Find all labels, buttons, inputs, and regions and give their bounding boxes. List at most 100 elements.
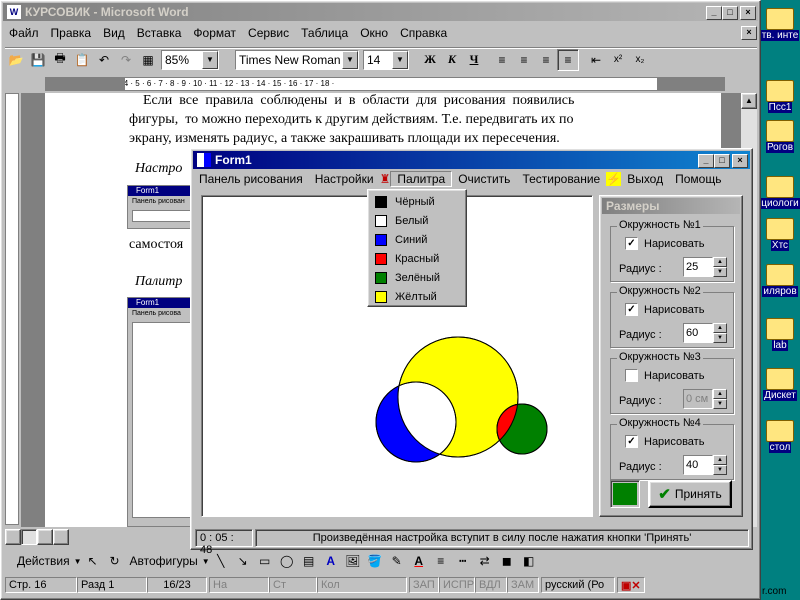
shadow-icon[interactable]: ◼ [496, 550, 518, 572]
align-left-icon[interactable]: ≡ [491, 49, 513, 71]
line-icon[interactable]: ╲ [210, 550, 232, 572]
save-icon[interactable]: 💾 [27, 49, 49, 71]
zoom-select[interactable]: 85% ▼ [161, 49, 219, 70]
menu-testing[interactable]: Тестирование [516, 172, 606, 186]
word-menu-item[interactable]: Окно [354, 26, 394, 40]
spin-down-icon[interactable]: ▼ [713, 333, 727, 343]
radius-spinner[interactable]: 0 см ▲ ▼ [683, 389, 727, 409]
selected-color-swatch[interactable] [610, 480, 640, 508]
rectangle-icon[interactable]: ▭ [254, 550, 276, 572]
palette-item[interactable]: Жёлтый [370, 287, 464, 306]
scroll-up-button[interactable]: ▲ [741, 93, 757, 109]
close-button[interactable]: × [740, 6, 756, 20]
align-center-icon[interactable]: ≡ [513, 49, 535, 71]
maximize-button[interactable]: □ [714, 154, 730, 168]
draw-checkbox-row[interactable]: ✓ Нарисовать [625, 435, 704, 448]
word-menu-item[interactable]: Файл [3, 26, 45, 40]
subscript-icon[interactable]: x₂ [629, 49, 651, 71]
underline-button[interactable]: Ч [463, 49, 485, 71]
open-icon[interactable]: 📂 [5, 49, 27, 71]
menu-help[interactable]: Помощь [669, 172, 727, 186]
spin-down-icon[interactable]: ▼ [713, 399, 727, 409]
status-ovr[interactable]: ЗАМ [507, 577, 539, 593]
arrow-icon[interactable]: ↘ [232, 550, 254, 572]
desktop-icon[interactable]: lab [760, 318, 800, 351]
clipart-icon[interactable]: 🖼 [342, 550, 364, 572]
spin-up-icon[interactable]: ▲ [713, 323, 727, 333]
font-color-icon[interactable]: A [408, 550, 430, 572]
outline-view-button[interactable] [53, 529, 69, 545]
draw-checkbox[interactable]: ✓ [625, 303, 638, 316]
word-menu-item[interactable]: Вид [97, 26, 131, 40]
justify-icon[interactable]: ≡ [557, 48, 579, 71]
desktop-icon[interactable]: Дискет [760, 368, 800, 401]
normal-view-button[interactable] [5, 529, 21, 545]
radius-input[interactable]: 40 [683, 455, 713, 475]
line-style-icon[interactable]: ≡ [430, 550, 452, 572]
maximize-button[interactable]: □ [722, 6, 738, 20]
radius-spinner[interactable]: 40 ▲ ▼ [683, 455, 727, 475]
menu-drawing-panel[interactable]: Панель рисования [193, 172, 309, 186]
redo-icon[interactable]: ↷ [115, 49, 137, 71]
spin-up-icon[interactable]: ▲ [713, 257, 727, 267]
status-track[interactable]: ИСПР [439, 577, 475, 593]
textbox-icon[interactable]: ▤ [298, 550, 320, 572]
arrow-style-icon[interactable]: ⇄ [474, 550, 496, 572]
horizontal-ruler[interactable]: · 2 · 1 · ▲ · 1 · 2 · 3 · 4 · 5 · 6 · 7 … [45, 77, 725, 91]
font-size-select[interactable]: 14 ▼ [363, 49, 409, 70]
table-icon[interactable]: ▦ [137, 49, 159, 71]
rotate-icon[interactable]: ↻ [104, 550, 126, 572]
draw-checkbox[interactable]: ✓ [625, 237, 638, 250]
spin-up-icon[interactable]: ▲ [713, 455, 727, 465]
spin-down-icon[interactable]: ▼ [713, 267, 727, 277]
radius-input[interactable]: 60 [683, 323, 713, 343]
3d-icon[interactable]: ◧ [518, 550, 540, 572]
menu-settings[interactable]: Настройки [309, 172, 380, 186]
spin-down-icon[interactable]: ▼ [713, 465, 727, 475]
apply-button[interactable]: ✔ Принять [648, 480, 732, 508]
font-select[interactable]: Times New Roman ▼ [235, 49, 359, 70]
draw-checkbox-row[interactable]: Нарисовать [625, 369, 704, 382]
desktop-icon[interactable]: Хтс [760, 218, 800, 251]
draw-checkbox[interactable]: ✓ [625, 435, 638, 448]
word-menu-item[interactable]: Формат [187, 26, 242, 40]
radius-spinner[interactable]: 60 ▲ ▼ [683, 323, 727, 343]
desktop-icon[interactable]: иляров [760, 264, 800, 297]
desktop-icon[interactable]: тв. инте [760, 8, 800, 41]
indent-icon[interactable]: ⇤ [585, 49, 607, 71]
line-color-icon[interactable]: ✎ [386, 550, 408, 572]
status-rec[interactable]: ЗАП [409, 577, 439, 593]
align-right-icon[interactable]: ≡ [535, 49, 557, 71]
close-button[interactable]: × [732, 154, 748, 168]
wordart-icon[interactable]: A [320, 550, 342, 572]
print-icon[interactable]: 🖶 [49, 49, 71, 71]
minimize-button[interactable]: _ [698, 154, 714, 168]
spin-up-icon[interactable]: ▲ [713, 389, 727, 399]
desktop-icon[interactable]: стол [760, 420, 800, 453]
fill-color-icon[interactable]: 🪣 [364, 550, 386, 572]
paste-icon[interactable]: 📋 [71, 49, 93, 71]
superscript-icon[interactable]: x² [607, 49, 629, 71]
palette-item[interactable]: Белый [370, 211, 464, 230]
oval-icon[interactable]: ◯ [276, 550, 298, 572]
select-pointer-icon[interactable]: ↖ [82, 550, 104, 572]
desktop-icon[interactable]: циологи [760, 176, 800, 209]
minimize-button[interactable]: _ [706, 6, 722, 20]
autoshapes-menu[interactable]: Автофигуры [126, 554, 202, 568]
palette-item[interactable]: Чёрный [370, 192, 464, 211]
actions-menu[interactable]: Действия [13, 554, 74, 568]
draw-checkbox-row[interactable]: ✓ Нарисовать [625, 237, 704, 250]
palette-item[interactable]: Красный [370, 249, 464, 268]
radius-input[interactable]: 25 [683, 257, 713, 277]
menu-clear[interactable]: Очистить [452, 172, 516, 186]
desktop-icon[interactable]: Рогов [760, 120, 800, 153]
desktop-icon[interactable]: Псс1 [760, 80, 800, 113]
word-menu-item[interactable]: Правка [45, 26, 98, 40]
status-ext[interactable]: ВДЛ [475, 577, 507, 593]
web-view-button[interactable] [21, 529, 37, 545]
draw-checkbox[interactable] [625, 369, 638, 382]
bold-button[interactable]: Ж [419, 49, 441, 71]
word-menu-item[interactable]: Сервис [242, 26, 295, 40]
menu-palette[interactable]: Палитра [390, 171, 453, 187]
draw-checkbox-row[interactable]: ✓ Нарисовать [625, 303, 704, 316]
